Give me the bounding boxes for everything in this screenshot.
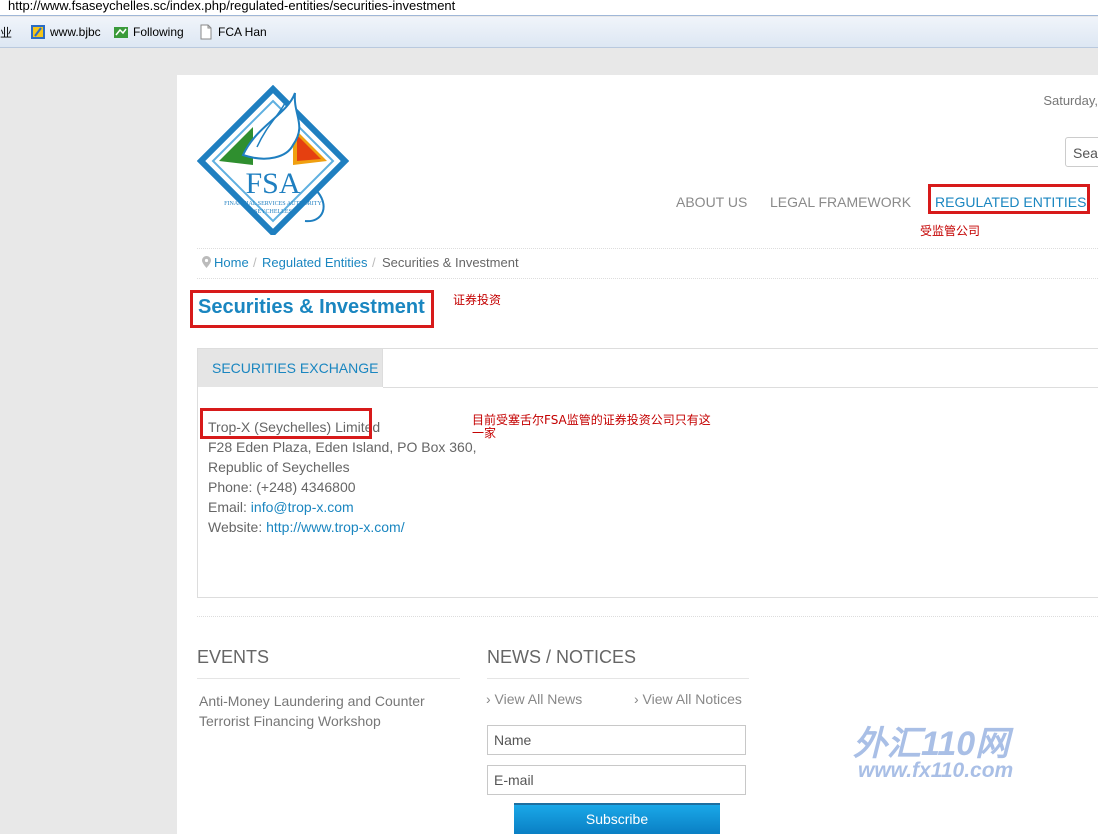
news-divider (487, 678, 749, 679)
annotation-note: 目前受塞舌尔FSA监管的证券投资公司只有这 (472, 413, 711, 427)
subscribe-button[interactable]: Subscribe (514, 803, 720, 834)
fsa-logo[interactable]: FSA FINANCIAL SERVICES AUTHORITY SEYCHEL… (197, 85, 349, 235)
annotation-box (928, 184, 1090, 214)
email-link[interactable]: info@trop-x.com (251, 499, 354, 515)
nav-about-us[interactable]: ABOUT US (676, 194, 747, 210)
entity-email-row: Email: info@trop-x.com (208, 499, 354, 515)
page-icon (200, 24, 212, 40)
bookmark-item[interactable]: www.bjbc (30, 24, 101, 40)
bjbc-favicon-icon (31, 25, 45, 39)
website-label: Website: (208, 519, 263, 535)
bookmarks-bar: 企业 www.bjbc Following FCA Han (0, 17, 1098, 48)
entity-address-line2: Republic of Seychelles (208, 459, 350, 475)
breadcrumb-separator: / (372, 255, 376, 270)
entity-address-line1: F28 Eden Plaza, Eden Island, PO Box 360, (208, 439, 477, 455)
annotation-note: 证券投资 (453, 293, 502, 307)
website-link[interactable]: http://www.trop-x.com/ (266, 519, 404, 535)
breadcrumb-current: Securities & Investment (382, 255, 519, 270)
bookmark-item[interactable]: FCA Han (198, 24, 267, 40)
breadcrumb-regulated-entities[interactable]: Regulated Entities (262, 255, 368, 270)
bookmark-label: www.bjbc (50, 25, 101, 39)
logo-line1: FINANCIAL SERVICES AUTHORITY (224, 201, 322, 207)
subscribe-label: Subscribe (585, 811, 649, 827)
annotation-box (190, 290, 434, 328)
view-all-notices-link[interactable]: › View All Notices (634, 691, 742, 707)
divider (197, 616, 1098, 617)
tab-securities-exchange[interactable]: SECURITIES EXCHANGE (198, 349, 383, 387)
name-field[interactable]: Name (487, 725, 746, 755)
name-placeholder: Name (494, 732, 532, 748)
entity-website-row: Website: http://www.trop-x.com/ (208, 519, 405, 535)
divider (197, 248, 1098, 249)
nav-legal-framework[interactable]: LEGAL FRAMEWORK (770, 194, 911, 210)
bookmark-label: FCA Han (218, 25, 267, 39)
bookmark-item[interactable]: Following (113, 24, 184, 40)
annotation-box (200, 408, 372, 439)
email-field[interactable]: E-mail (487, 765, 746, 795)
events-heading: EVENTS (197, 647, 270, 667)
tab-divider (383, 387, 1098, 388)
tab-label: SECURITIES EXCHANGE (212, 360, 379, 376)
breadcrumb-home[interactable]: Home (214, 255, 249, 270)
watermark-brand: 外汇110网 (853, 725, 1010, 763)
annotation-note: 受监管公司 (920, 224, 981, 238)
search-input[interactable]: Sea (1065, 137, 1098, 167)
view-all-news-link[interactable]: › View All News (486, 691, 582, 707)
logo-line2: SEYCHELLES (254, 209, 292, 215)
divider (197, 278, 1098, 279)
address-bar[interactable]: http://www.fsaseychelles.sc/index.php/re… (0, 0, 1098, 16)
breadcrumb-separator: / (253, 255, 257, 270)
url-text: http://www.fsaseychelles.sc/index.php/re… (8, 0, 456, 13)
event-link[interactable]: Terrorist Financing Workshop (199, 713, 381, 729)
watermark-url: www.fx110.com (858, 759, 1014, 782)
map-pin-icon (202, 256, 211, 268)
bookmark-label: 企业 (0, 25, 13, 40)
event-link[interactable]: Anti-Money Laundering and Counter (199, 693, 425, 709)
logo-acronym: FSA (245, 167, 300, 200)
email-label: Email: (208, 499, 247, 515)
bookmark-label: Following (133, 25, 184, 39)
following-favicon-icon (114, 27, 128, 38)
news-heading: NEWS / NOTICES (487, 647, 637, 667)
events-divider (197, 678, 460, 679)
search-placeholder: Sea (1073, 145, 1098, 161)
bookmark-item[interactable]: 企业 (0, 24, 12, 40)
page-content: FSA FINANCIAL SERVICES AUTHORITY SEYCHEL… (177, 75, 1098, 834)
email-placeholder: E-mail (494, 772, 534, 788)
entity-phone: Phone: (+248) 4346800 (208, 479, 356, 495)
current-date: Saturday, (1043, 93, 1098, 108)
